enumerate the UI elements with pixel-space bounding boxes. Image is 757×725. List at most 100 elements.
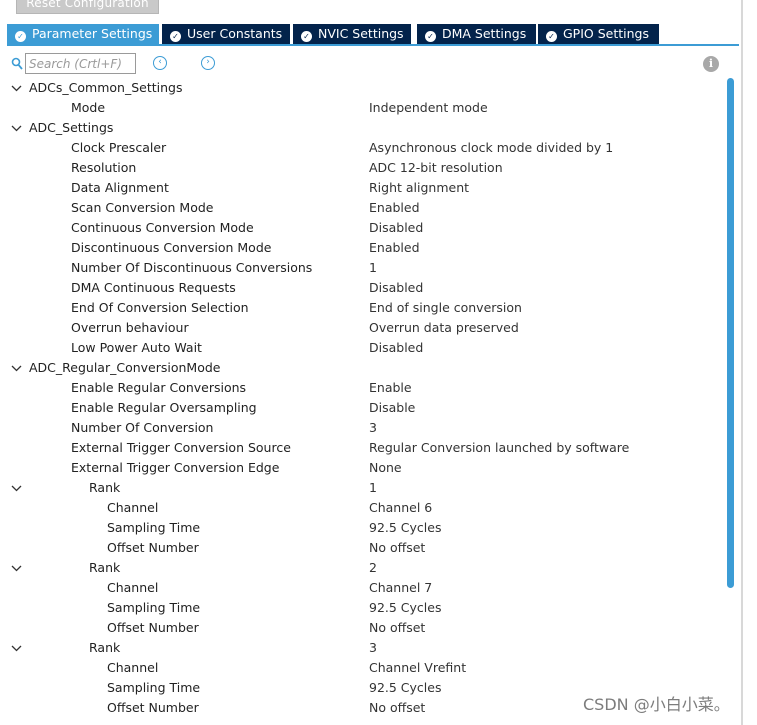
tab-dma-settings[interactable]: ✓ DMA Settings [417, 24, 536, 44]
tree-row[interactable]: Clock Prescaler Asynchronous clock mode d… [0, 138, 725, 158]
parameter-value[interactable]: 92.5 Cycles [369, 518, 441, 538]
tree-row[interactable]: Overrun behaviour Overrun data preserved [0, 318, 725, 338]
tab-label: NVIC Settings [318, 26, 404, 41]
parameter-value[interactable]: Enabled [369, 238, 420, 258]
tree-row[interactable]: Enable Regular Conversions Enable [0, 378, 725, 398]
tree-row[interactable]: Offset Number No offset [0, 538, 725, 558]
parameter-value[interactable]: Disabled [369, 218, 423, 238]
tree-group-row[interactable]: Rank 2 [0, 558, 725, 578]
previous-match-icon[interactable]: ‹ [153, 56, 167, 70]
parameter-value[interactable]: Disable [369, 398, 415, 418]
tab-user-constants[interactable]: ✓ User Constants [162, 24, 290, 44]
parameter-value[interactable]: End of single conversion [369, 298, 522, 318]
tree-group-row[interactable]: Rank 3 [0, 638, 725, 658]
parameter-value[interactable]: 1 [369, 478, 377, 498]
parameter-name: External Trigger Conversion Edge [71, 460, 280, 475]
tree-row[interactable]: Mode Independent mode [0, 98, 725, 118]
tree-group-row[interactable]: Rank 1 [0, 478, 725, 498]
check-circle-icon: ✓ [15, 31, 26, 42]
tree-row[interactable]: Sampling Time 92.5 Cycles [0, 518, 725, 538]
parameter-value[interactable]: Overrun data preserved [369, 318, 519, 338]
tree-row[interactable]: Data Alignment Right alignment [0, 178, 725, 198]
tree-row[interactable]: External Trigger Conversion Edge None [0, 458, 725, 478]
parameter-name: Clock Prescaler [71, 140, 167, 155]
parameter-value[interactable]: ADC 12-bit resolution [369, 158, 503, 178]
tree-row[interactable]: End Of Conversion Selection End of single… [0, 298, 725, 318]
tree-row[interactable]: Channel Channel 7 [0, 578, 725, 598]
parameter-value[interactable]: No offset [369, 618, 425, 638]
parameter-name: ADCs_Common_Settings [29, 80, 183, 95]
parameter-value[interactable]: 3 [369, 638, 377, 658]
tree-row[interactable]: Resolution ADC 12-bit resolution [0, 158, 725, 178]
parameter-value[interactable]: Enable [369, 378, 412, 398]
parameter-value[interactable]: No offset [369, 538, 425, 558]
parameter-value[interactable]: 92.5 Cycles [369, 598, 441, 618]
tab-nvic-settings[interactable]: ✓ NVIC Settings [293, 24, 411, 44]
parameter-value[interactable]: Channel Vrefint [369, 658, 466, 678]
tree-row[interactable]: Channel Channel Vrefint [0, 658, 725, 678]
tree-row[interactable]: Discontinuous Conversion Mode Enabled [0, 238, 725, 258]
chevron-down-icon[interactable] [11, 78, 23, 98]
tree-group-row[interactable]: ADC_Regular_ConversionMode [0, 358, 725, 378]
chevron-down-icon[interactable] [11, 118, 23, 138]
parameter-value[interactable]: Channel 7 [369, 578, 432, 598]
tab-label: GPIO Settings [563, 26, 649, 41]
parameter-name: Discontinuous Conversion Mode [71, 240, 272, 255]
tree-row[interactable]: Channel Channel 6 [0, 498, 725, 518]
tree-row[interactable]: Number Of Discontinuous Conversions 1 [0, 258, 725, 278]
parameter-value[interactable]: 1 [369, 258, 377, 278]
next-match-icon[interactable]: › [201, 56, 215, 70]
parameter-name: External Trigger Conversion Source [71, 440, 291, 455]
tab-gpio-settings[interactable]: ✓ GPIO Settings [538, 24, 659, 44]
parameter-value[interactable]: Asynchronous clock mode divided by 1 [369, 138, 613, 158]
parameter-value[interactable]: Regular Conversion launched by software [369, 438, 629, 458]
parameter-value[interactable]: 3 [369, 418, 377, 438]
chevron-down-icon[interactable] [11, 558, 23, 578]
parameter-name: Number Of Conversion [71, 420, 214, 435]
parameter-name: ADC_Regular_ConversionMode [29, 360, 221, 375]
vertical-scrollbar[interactable] [727, 78, 734, 588]
chevron-down-icon[interactable] [11, 638, 23, 658]
parameter-value[interactable]: 92.5 Cycles [369, 678, 441, 698]
chevron-down-icon[interactable] [11, 358, 23, 378]
tab-parameter-settings[interactable]: ✓ Parameter Settings [7, 24, 159, 44]
parameter-name: Channel [107, 580, 159, 595]
tree-row[interactable]: Sampling Time 92.5 Cycles [0, 598, 725, 618]
tab-bar: ✓ Parameter Settings ✓ User Constants ✓ NVI… [7, 24, 739, 46]
parameter-value[interactable]: 2 [369, 558, 377, 578]
tree-row[interactable]: Enable Regular Oversampling Disable [0, 398, 725, 418]
parameter-name: Sampling Time [107, 600, 201, 615]
parameter-name: Rank [89, 480, 121, 495]
info-icon[interactable]: i [703, 56, 719, 72]
tree-group-row[interactable]: ADCs_Common_Settings [0, 78, 725, 98]
parameter-name: Sampling Time [107, 520, 201, 535]
parameter-value[interactable]: Right alignment [369, 178, 469, 198]
tree-row[interactable]: Low Power Auto Wait Disabled [0, 338, 725, 358]
parameter-value[interactable]: Disabled [369, 338, 423, 358]
tree-row[interactable]: Scan Conversion Mode Enabled [0, 198, 725, 218]
tree-row[interactable]: DMA Continuous Requests Disabled [0, 278, 725, 298]
parameter-value[interactable]: Channel 6 [369, 498, 432, 518]
reset-configuration-button[interactable]: Reset Configuration [16, 0, 159, 14]
tree-row[interactable]: External Trigger Conversion Source Regula… [0, 438, 725, 458]
parameter-name: Offset Number [107, 620, 199, 635]
parameter-name: End Of Conversion Selection [71, 300, 249, 315]
tree-row[interactable]: Continuous Conversion Mode Disabled [0, 218, 725, 238]
chevron-down-icon[interactable] [11, 478, 23, 498]
parameter-value[interactable]: No offset [369, 698, 425, 718]
tab-label: DMA Settings [442, 26, 527, 41]
parameter-value[interactable]: Disabled [369, 278, 423, 298]
tree-row[interactable]: Offset Number No offset [0, 618, 725, 638]
tree-group-row[interactable]: ADC_Settings [0, 118, 725, 138]
parameter-name: Number Of Discontinuous Conversions [71, 260, 313, 275]
search-input[interactable] [25, 53, 136, 74]
parameter-value[interactable]: Independent mode [369, 98, 488, 118]
parameter-name: Mode [71, 100, 106, 115]
parameter-name: ADC_Settings [29, 120, 114, 135]
parameter-name: DMA Continuous Requests [71, 280, 236, 295]
tree-row[interactable]: Number Of Conversion 3 [0, 418, 725, 438]
parameter-name: Offset Number [107, 540, 199, 555]
parameter-value[interactable]: None [369, 458, 402, 478]
parameter-name: Rank [89, 560, 121, 575]
parameter-value[interactable]: Enabled [369, 198, 420, 218]
